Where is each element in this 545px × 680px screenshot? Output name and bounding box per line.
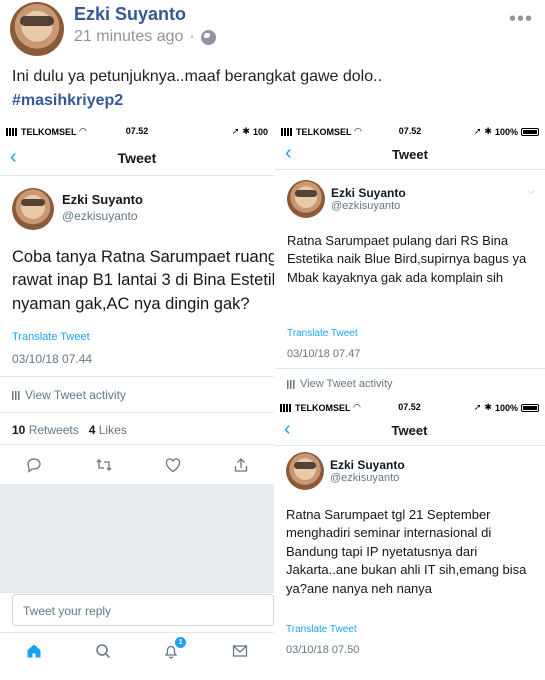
bluetooth-icon: ✱ bbox=[242, 126, 250, 136]
retweets-label[interactable]: Retweets bbox=[29, 423, 79, 437]
translate-tweet-link[interactable]: Translate Tweet bbox=[12, 331, 90, 343]
nav-title: Tweet bbox=[391, 423, 428, 438]
battery-label: 100% bbox=[494, 126, 518, 137]
search-tab-icon[interactable] bbox=[95, 643, 111, 659]
tweet-author-avatar[interactable] bbox=[286, 452, 324, 490]
status-bar: TELKOMSEL ◠ 07.52 ➚ ✱ 100 bbox=[0, 122, 274, 140]
wifi-icon: ◠ bbox=[354, 126, 362, 136]
carrier: TELKOMSEL ◠ bbox=[281, 126, 361, 137]
carrier: TELKOMSEL ◠ bbox=[280, 402, 360, 413]
view-tweet-activity[interactable]: View Tweet activity bbox=[12, 388, 126, 402]
reply-input[interactable]: Tweet your reply bbox=[12, 594, 274, 626]
tweet-author-name[interactable]: Ezki Suyanto bbox=[330, 458, 405, 472]
location-icon: ➚ bbox=[473, 402, 482, 412]
view-activity-label: View Tweet activity bbox=[25, 388, 126, 402]
carrier-label: TELKOMSEL bbox=[21, 126, 77, 137]
tweet-navbar: ‹ Tweet bbox=[274, 416, 545, 446]
clock: 07.52 bbox=[125, 126, 149, 136]
tweet-date: 03/10/18 07.44 bbox=[12, 352, 93, 366]
tweet-author-name[interactable]: Ezki Suyanto bbox=[331, 186, 406, 200]
carrier-label: TELKOMSEL bbox=[295, 402, 351, 413]
retweet-icon[interactable] bbox=[95, 458, 113, 472]
battery-label: 100% bbox=[494, 402, 518, 413]
tweet-author-avatar[interactable] bbox=[287, 180, 325, 218]
notification-badge: 1 bbox=[175, 636, 187, 648]
battery: ➚ ✱ 100% bbox=[474, 126, 539, 137]
location-icon: ➚ bbox=[231, 126, 240, 136]
globe-icon bbox=[200, 29, 216, 45]
post-text: Ini dulu ya petunjuknya..maaf berangkat … bbox=[12, 68, 383, 85]
tweet-author-name[interactable]: Ezki Suyanto bbox=[62, 192, 143, 207]
tweet-screenshot-1: TELKOMSEL ◠ 07.52 ➚ ✱ 100 ‹ Tweet Ezki Suya… bbox=[0, 122, 274, 680]
activity-icon bbox=[287, 379, 295, 389]
tweet-screenshot-2: TELKOMSEL ◠ 07.52 ➚ ✱ 100% ‹ Tweet Ezki Suy… bbox=[274, 122, 545, 398]
nav-title: Tweet bbox=[117, 150, 157, 166]
tweet-navbar: ‹ Tweet bbox=[0, 140, 274, 176]
status-bar: TELKOMSEL ◠ 07.52 ➚ ✱ 100% bbox=[275, 122, 545, 140]
tweet-text: Ratna Sarumpaet pulang dari RS Bina Este… bbox=[287, 233, 527, 285]
likes-label[interactable]: Likes bbox=[99, 423, 127, 437]
wifi-icon: ◠ bbox=[353, 402, 361, 412]
tweet-screenshot-3: TELKOMSEL ◠ 07.52 ➚ ✱ 100% ‹ Tweet Ezki Suy… bbox=[274, 398, 545, 680]
tweet-stats: 10 Retweets 4 Likes bbox=[12, 423, 127, 437]
clock: 07.52 bbox=[398, 402, 421, 412]
tweet-text: Ratna Sarumpaet tgl 21 September menghad… bbox=[286, 507, 527, 596]
tweet-author-avatar[interactable] bbox=[12, 188, 54, 230]
reply-icon[interactable] bbox=[26, 457, 42, 473]
battery-label: 100 bbox=[252, 126, 268, 137]
author-name[interactable]: Ezki Suyanto bbox=[74, 4, 186, 25]
tweet-author-handle[interactable]: @ezkisuyanto bbox=[330, 472, 399, 484]
bottom-tab-bar: 1 bbox=[0, 632, 274, 668]
tweet-date: 03/10/18 07.47 bbox=[287, 348, 361, 360]
chevron-down-icon[interactable]: ⌵ bbox=[527, 186, 535, 197]
like-icon[interactable] bbox=[165, 457, 181, 473]
battery-icon bbox=[521, 127, 539, 136]
home-tab-icon[interactable] bbox=[26, 643, 42, 659]
divider bbox=[0, 376, 274, 377]
battery-icon bbox=[521, 403, 539, 412]
location-icon: ➚ bbox=[473, 126, 482, 136]
author-avatar[interactable] bbox=[10, 2, 64, 56]
view-activity-label: View Tweet activity bbox=[300, 378, 393, 390]
nav-title: Tweet bbox=[392, 147, 428, 162]
like-count[interactable]: 4 bbox=[89, 423, 96, 437]
signal-icon bbox=[281, 127, 293, 136]
activity-icon bbox=[12, 390, 20, 400]
divider bbox=[0, 412, 274, 413]
signal-icon bbox=[280, 403, 292, 412]
translate-tweet-link[interactable]: Translate Tweet bbox=[287, 328, 358, 339]
retweet-count[interactable]: 10 bbox=[12, 423, 25, 437]
share-icon[interactable] bbox=[234, 457, 248, 473]
carrier-label: TELKOMSEL bbox=[296, 126, 352, 137]
tweet-author-handle[interactable]: @ezkisuyanto bbox=[331, 200, 400, 212]
signal-icon bbox=[6, 127, 18, 136]
view-tweet-activity[interactable]: View Tweet activity bbox=[287, 378, 393, 390]
divider bbox=[0, 592, 274, 593]
status-bar: TELKOMSEL ◠ 07.52 ➚ ✱ 100% bbox=[274, 398, 545, 416]
post-hashtag[interactable]: #masihkriyep2 bbox=[12, 92, 123, 110]
battery: ➚ ✱ 100 bbox=[232, 126, 268, 137]
more-options-icon[interactable]: ••• bbox=[509, 8, 533, 31]
clock: 07.52 bbox=[398, 126, 422, 136]
notifications-tab-icon[interactable]: 1 bbox=[163, 636, 187, 659]
tweet-date: 03/10/18 07.50 bbox=[286, 644, 360, 656]
wifi-icon: ◠ bbox=[79, 126, 87, 136]
bluetooth-icon: ✱ bbox=[484, 402, 492, 412]
separator-dot: · bbox=[189, 28, 195, 45]
tweet-navbar: ‹ Tweet bbox=[275, 140, 545, 170]
empty-area bbox=[0, 484, 274, 592]
tweet-text: Coba tanya Ratna Sarumpaet ruang rawat i… bbox=[12, 248, 274, 313]
battery: ➚ ✱ 100% bbox=[474, 402, 539, 413]
post-time-text: 21 minutes ago bbox=[74, 28, 184, 45]
messages-tab-icon[interactable] bbox=[232, 644, 248, 658]
divider bbox=[0, 444, 274, 445]
facebook-post-header: Ezki Suyanto 21 minutes ago · ••• Ini du… bbox=[0, 0, 545, 118]
post-timestamp[interactable]: 21 minutes ago · bbox=[74, 28, 216, 46]
bluetooth-icon: ✱ bbox=[484, 126, 492, 136]
translate-tweet-link[interactable]: Translate Tweet bbox=[286, 624, 357, 635]
divider bbox=[275, 368, 545, 369]
carrier: TELKOMSEL ◠ bbox=[6, 126, 86, 137]
tweet-author-handle[interactable]: @ezkisuyanto bbox=[62, 209, 138, 223]
tweet-actions bbox=[0, 452, 274, 478]
